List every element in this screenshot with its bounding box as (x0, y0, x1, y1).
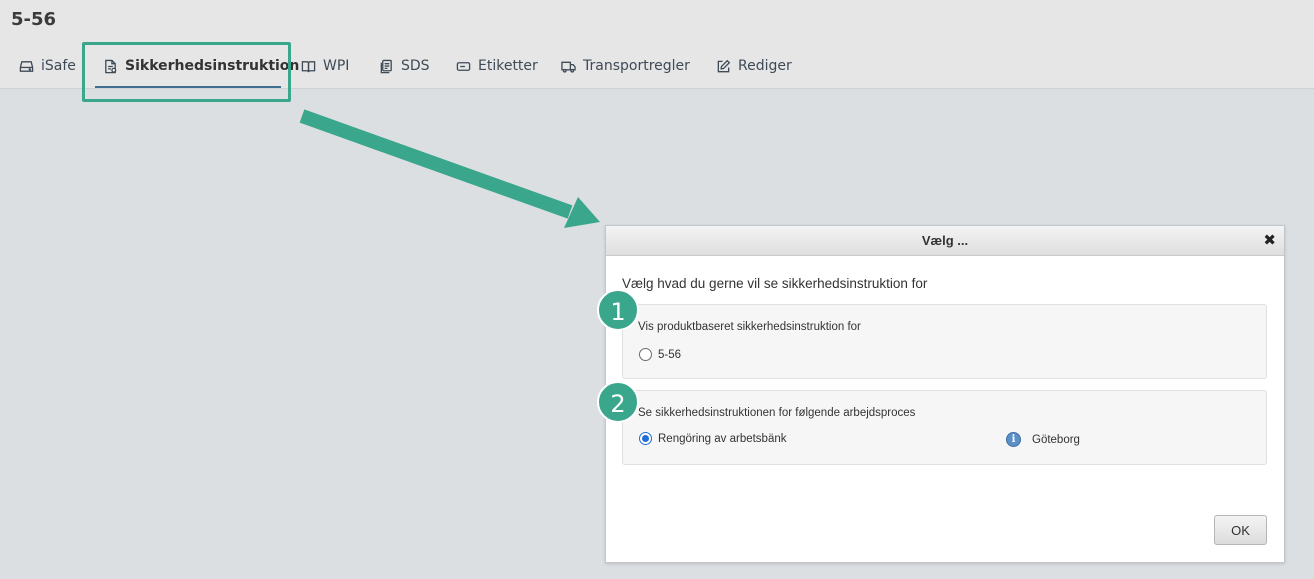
book-icon (301, 60, 316, 72)
tab-label: SDS (401, 58, 430, 74)
step-badge-2: 2 (597, 381, 639, 423)
tab-label: WPI (323, 58, 350, 74)
tab-transportregler[interactable]: Transportregler (561, 44, 690, 88)
tab-etiketter[interactable]: Etiketter (456, 44, 538, 88)
edit-icon (717, 59, 731, 72)
dialog-title: Vælg ... (921, 233, 969, 248)
tab-label: Rediger (738, 58, 792, 74)
tab-rediger[interactable]: Rediger (716, 44, 792, 88)
location-label: Göteborg (1032, 433, 1080, 446)
ok-button[interactable]: OK (1214, 515, 1267, 545)
tab-wpi[interactable]: WPI (301, 44, 349, 88)
work-process-section: Se sikkerhedsinstruktionen for følgende … (622, 390, 1267, 465)
product-radio[interactable] (639, 348, 652, 361)
tab-label: Transportregler (583, 58, 690, 74)
tab-label: Etiketter (478, 58, 538, 74)
dialog-header: Vælg ... ✖ (606, 226, 1284, 256)
close-icon[interactable]: ✖ (1263, 226, 1276, 256)
work-process-radio[interactable] (639, 432, 652, 445)
page-title: 5-56 (11, 9, 57, 30)
location: i Göteborg (1006, 432, 1080, 447)
select-dialog: Vælg ... ✖ Vælg hvad du gerne vil se sik… (605, 225, 1285, 563)
tab-isafe[interactable]: iSafe (19, 44, 76, 88)
drive-icon (19, 60, 34, 72)
dialog-prompt: Vælg hvad du gerne vil se sikkerhedsinst… (622, 276, 928, 291)
step-badge-1: 1 (597, 289, 639, 331)
product-section: Vis produktbaseret sikkerhedsinstruktion… (622, 304, 1267, 379)
work-process-section-label: Se sikkerhedsinstruktionen for følgende … (638, 407, 916, 419)
product-radio-option[interactable]: 5-56 (639, 348, 681, 361)
tab-sds[interactable]: SDS (379, 44, 430, 88)
tab-highlight-frame (82, 42, 291, 102)
work-process-radio-label: Rengöring av arbetsbänk (658, 432, 787, 445)
tab-label: iSafe (41, 58, 76, 74)
product-section-label: Vis produktbaseret sikkerhedsinstruktion… (638, 321, 861, 333)
product-radio-label: 5-56 (658, 348, 682, 361)
truck-icon (561, 61, 576, 73)
label-icon (456, 61, 471, 71)
files-icon (380, 59, 392, 73)
work-process-radio-option[interactable]: Rengöring av arbetsbänk (639, 432, 787, 445)
info-icon[interactable]: i (1006, 432, 1021, 447)
